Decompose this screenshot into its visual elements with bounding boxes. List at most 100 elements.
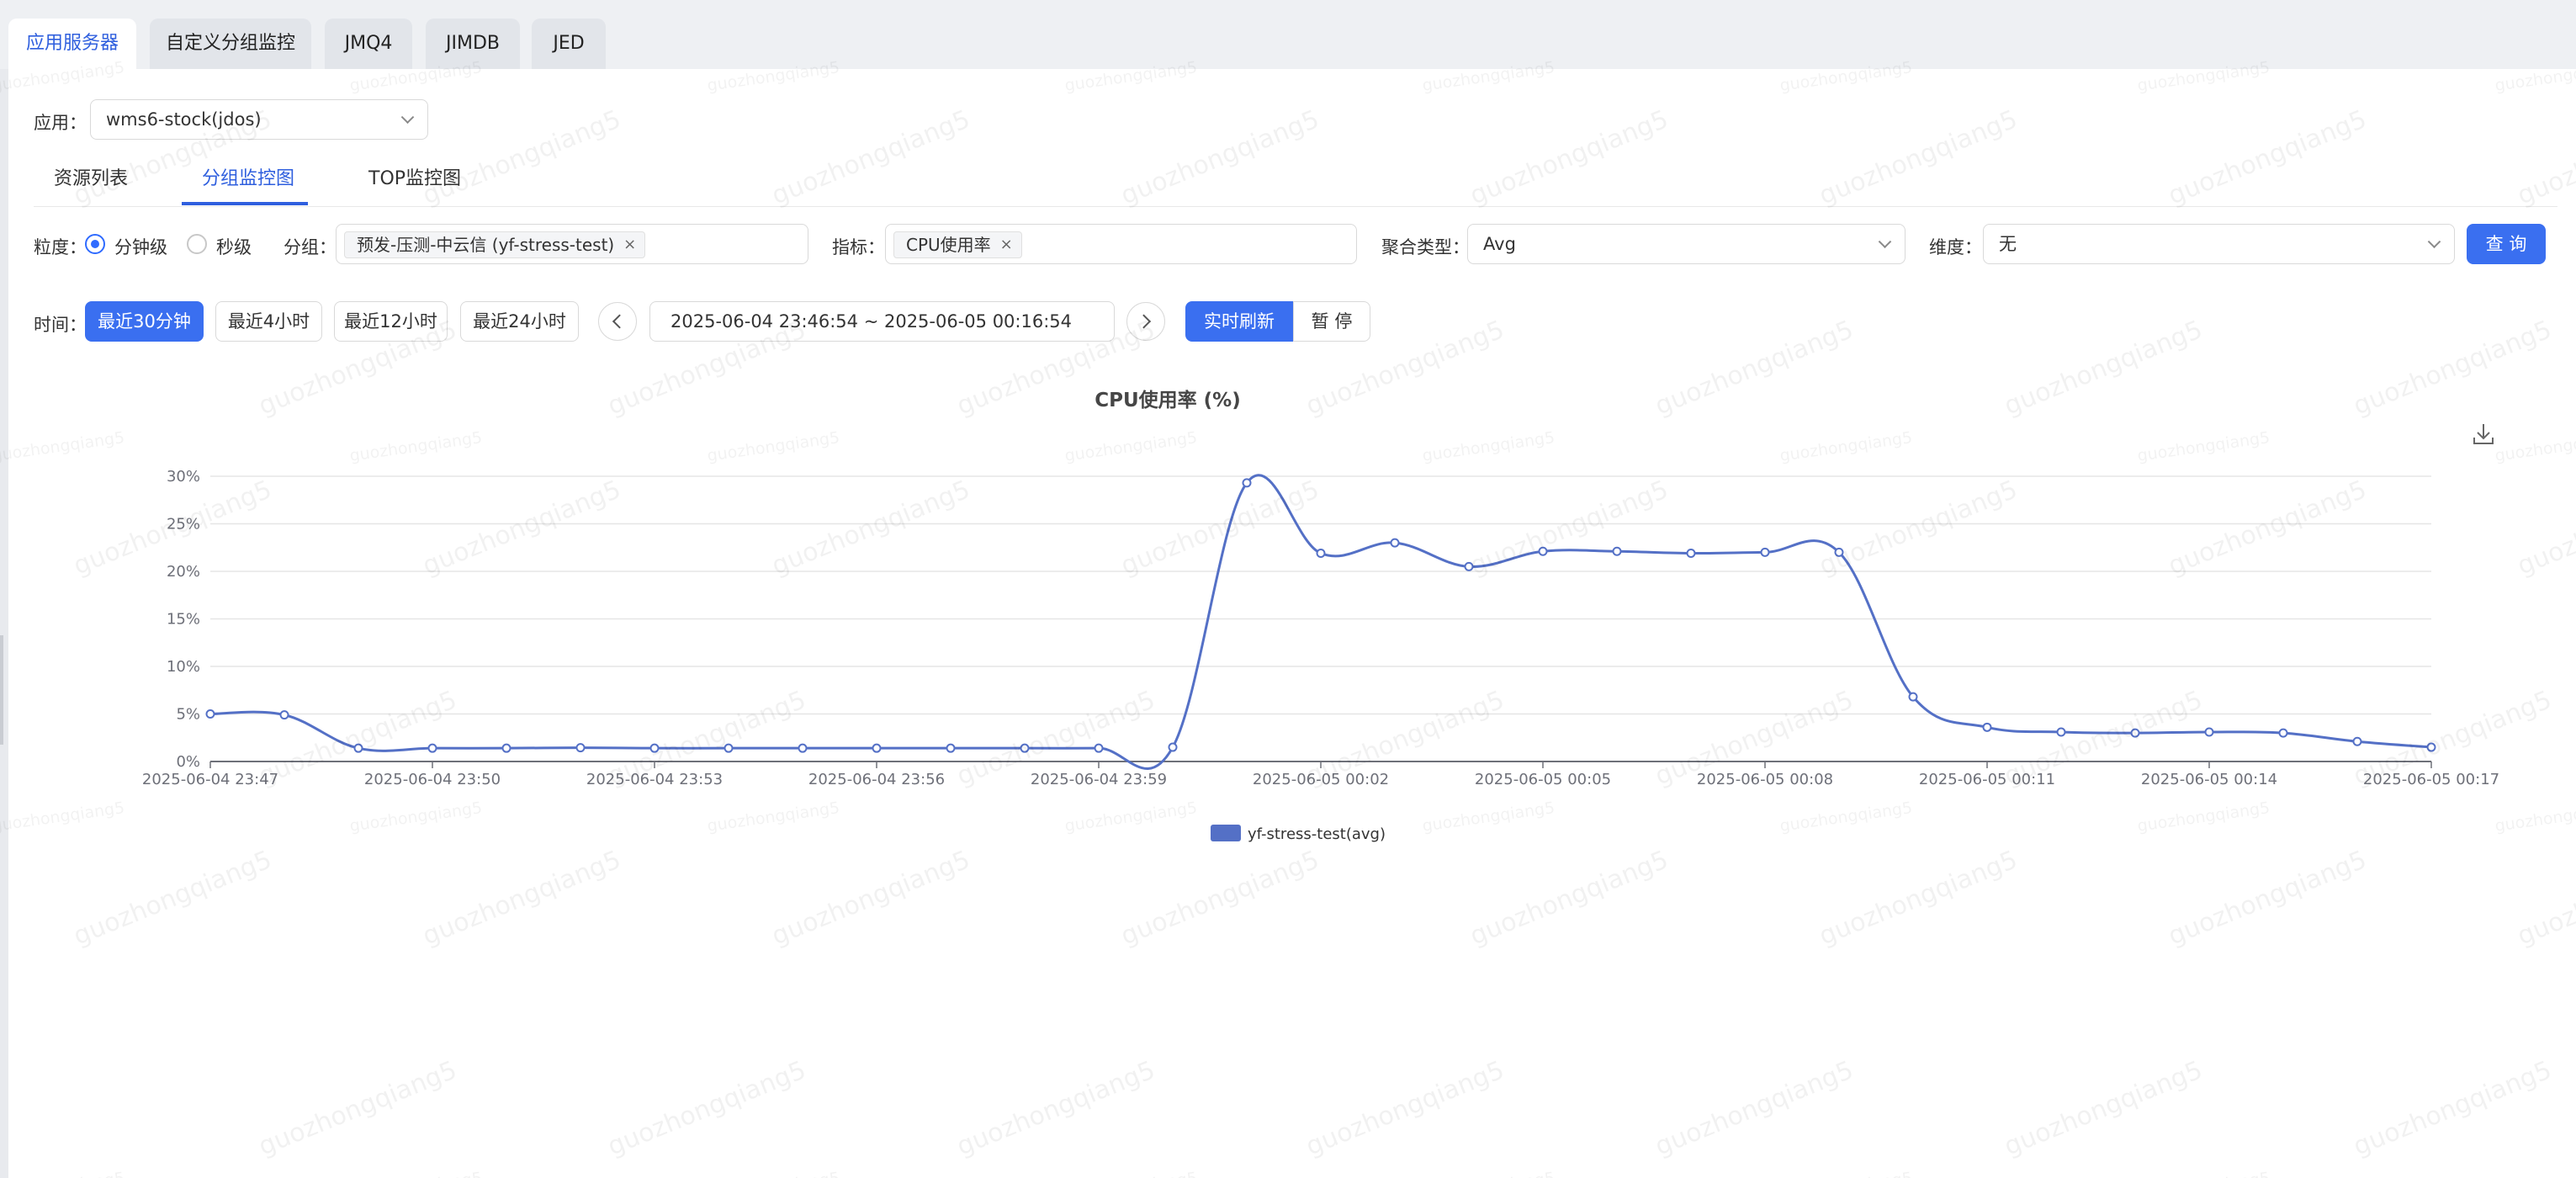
legend-swatch xyxy=(1211,825,1241,841)
data-point[interactable] xyxy=(1612,546,1622,556)
watermark-text: guozhongqiang5 xyxy=(254,1055,461,1162)
granularity-label: 粒度： xyxy=(34,237,87,257)
watermark-text: guozhongqiang5 xyxy=(348,1169,483,1178)
download-icon[interactable] xyxy=(2468,419,2499,449)
query-button[interactable]: 查 询 xyxy=(2467,224,2546,264)
tab-app-server[interactable]: 应用服务器 xyxy=(8,19,136,69)
group-tag-label: 预发-压测-中云信 (yf-stress-test) xyxy=(357,235,615,255)
app-select[interactable]: wms6-stock(jdos) xyxy=(90,99,428,140)
data-point[interactable] xyxy=(1094,743,1104,753)
watermark-text: guozhongqiang5 xyxy=(0,1169,125,1178)
x-axis-ticks: 2025-06-04 23:47 2025-06-04 23:50 2025-06-… xyxy=(142,761,2499,788)
data-point[interactable] xyxy=(649,743,660,753)
data-point[interactable] xyxy=(946,743,956,753)
data-point[interactable] xyxy=(205,709,215,719)
data-point[interactable] xyxy=(279,710,289,720)
radio-minute[interactable] xyxy=(85,234,105,254)
radio-minute-label[interactable]: 分钟级 xyxy=(114,234,167,259)
watermark-text: guozhongqiang5 xyxy=(1116,845,1323,952)
agg-type-select[interactable]: Avg xyxy=(1467,224,1905,264)
data-point[interactable] xyxy=(2056,727,2066,737)
data-point[interactable] xyxy=(798,743,808,753)
y-tick-label: 5% xyxy=(176,706,200,724)
watermark-text: guozhongqiang5 xyxy=(418,845,625,952)
data-point[interactable] xyxy=(1464,561,1474,571)
watermark-text: guozhongqiang5 xyxy=(1778,1169,1913,1178)
watermark-text: guozhongqiang5 xyxy=(2000,1055,2207,1162)
group-tag: 预发-压测-中云信 (yf-stress-test) × xyxy=(344,231,646,258)
tab-jimdb[interactable]: JIMDB xyxy=(426,19,520,69)
watermark-text: guozhongqiang5 xyxy=(1651,1055,1858,1162)
radio-second[interactable] xyxy=(187,234,207,254)
preset-12h-button[interactable]: 最近12小时 xyxy=(334,301,448,342)
preset-24h-button[interactable]: 最近24小时 xyxy=(460,301,579,342)
x-tick-label: 2025-06-05 00:11 xyxy=(1919,771,2055,788)
chevron-down-icon xyxy=(400,110,415,125)
prev-range-button[interactable] xyxy=(598,302,637,341)
watermark-text: guozhongqiang5 xyxy=(1815,845,2022,952)
metric-select[interactable]: CPU使用率 × xyxy=(885,224,1357,264)
data-point[interactable] xyxy=(872,743,882,753)
subtab-top-monitor[interactable]: TOP监控图 xyxy=(368,158,461,207)
top-tab-bar: 应用服务器 自定义分组监控 JMQ4 JIMDB JED xyxy=(0,0,2576,69)
cpu-usage-chart: CPU使用率 (%) 0% 5% 10% 15% 20% 25% 30% 2025-06-0… xyxy=(142,389,2499,843)
y-tick-label: 0% xyxy=(176,753,200,771)
next-range-button[interactable] xyxy=(1126,302,1165,341)
data-point[interactable] xyxy=(1242,478,1252,488)
data-point[interactable] xyxy=(1760,547,1770,557)
data-point[interactable] xyxy=(2426,742,2436,752)
dimension-select[interactable]: 无 xyxy=(1983,224,2455,264)
y-tick-label: 25% xyxy=(167,516,200,533)
time-label: 时间： xyxy=(34,315,87,335)
tab-jed[interactable]: JED xyxy=(532,19,606,69)
watermark-text: guozhongqiang5 xyxy=(1466,845,1672,952)
preset-4h-button[interactable]: 最近4小时 xyxy=(215,301,322,342)
data-point[interactable] xyxy=(1020,743,1030,753)
watermark-text: guozhongqiang5 xyxy=(2136,1169,2271,1178)
active-tab-indicator xyxy=(182,202,308,205)
close-icon[interactable]: × xyxy=(623,232,636,257)
chart-legend[interactable]: yf-stress-test(avg) xyxy=(1211,825,1386,843)
data-point[interactable] xyxy=(353,743,363,753)
subtab-group-monitor[interactable]: 分组监控图 xyxy=(202,158,294,207)
x-tick-label: 2025-06-05 00:14 xyxy=(2141,771,2277,788)
x-tick-label: 2025-06-04 23:53 xyxy=(586,771,723,788)
data-point[interactable] xyxy=(501,743,511,753)
close-icon[interactable]: × xyxy=(1000,232,1013,257)
data-point[interactable] xyxy=(1908,692,1918,702)
data-point[interactable] xyxy=(2278,728,2288,738)
pause-button[interactable]: 暂 停 xyxy=(1293,301,1370,342)
chart-title: CPU使用率 (%) xyxy=(1095,389,1241,411)
time-range-input[interactable]: 2025-06-04 23:46:54 ~ 2025-06-05 00:16:5… xyxy=(649,301,1115,342)
data-point[interactable] xyxy=(2352,736,2362,746)
tab-jmq4[interactable]: JMQ4 xyxy=(325,19,412,69)
data-point[interactable] xyxy=(1538,546,1548,556)
data-point[interactable] xyxy=(2130,728,2140,738)
tab-custom-group-monitor[interactable]: 自定义分组监控 xyxy=(150,19,311,69)
data-point[interactable] xyxy=(1834,547,1844,557)
y-tick-label: 15% xyxy=(167,611,200,629)
data-point[interactable] xyxy=(427,743,437,753)
realtime-refresh-button[interactable]: 实时刷新 xyxy=(1185,301,1293,342)
legend-label: yf-stress-test(avg) xyxy=(1248,825,1386,843)
watermark-text: guozhongqiang5 xyxy=(952,1055,1159,1162)
metric-tag: CPU使用率 × xyxy=(893,231,1022,258)
metric-tag-label: CPU使用率 xyxy=(906,235,991,255)
radio-second-label[interactable]: 秒级 xyxy=(216,234,252,259)
chevron-down-icon xyxy=(1878,235,1892,249)
page: 应用服务器 自定义分组监控 JMQ4 JIMDB JED 应用： wms6-st… xyxy=(0,0,2576,1178)
data-point[interactable] xyxy=(1316,549,1326,559)
data-point[interactable] xyxy=(2204,727,2214,737)
data-point[interactable] xyxy=(724,743,734,753)
series-group xyxy=(205,474,2436,770)
x-tick-label: 2025-06-05 00:02 xyxy=(1253,771,1389,788)
preset-30min-button[interactable]: 最近30分钟 xyxy=(85,301,204,342)
data-point[interactable] xyxy=(1168,742,1178,752)
data-point[interactable] xyxy=(1390,538,1400,548)
subtab-resource-list[interactable]: 资源列表 xyxy=(54,158,128,207)
data-point[interactable] xyxy=(1982,722,1992,732)
data-point[interactable] xyxy=(1686,549,1696,559)
group-select[interactable]: 预发-压测-中云信 (yf-stress-test) × xyxy=(336,224,808,264)
sub-tab-bar: 资源列表 分组监控图 TOP监控图 xyxy=(34,158,2557,207)
data-point[interactable] xyxy=(575,743,586,753)
